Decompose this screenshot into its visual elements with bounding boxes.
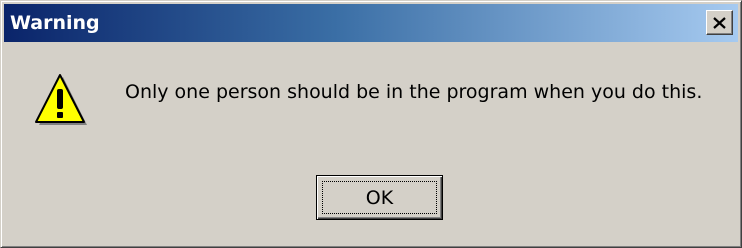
ok-button[interactable]: OK <box>316 175 443 220</box>
warning-dialog: Warning Only one person should be in the… <box>0 0 742 248</box>
warning-icon <box>33 73 89 129</box>
title-bar[interactable]: Warning <box>4 4 738 42</box>
close-button[interactable] <box>706 10 733 35</box>
warning-message: Only one person should be in the program… <box>125 81 703 103</box>
close-icon <box>713 16 726 29</box>
ok-button-label: OK <box>365 186 394 209</box>
window-title: Warning <box>10 12 100 34</box>
